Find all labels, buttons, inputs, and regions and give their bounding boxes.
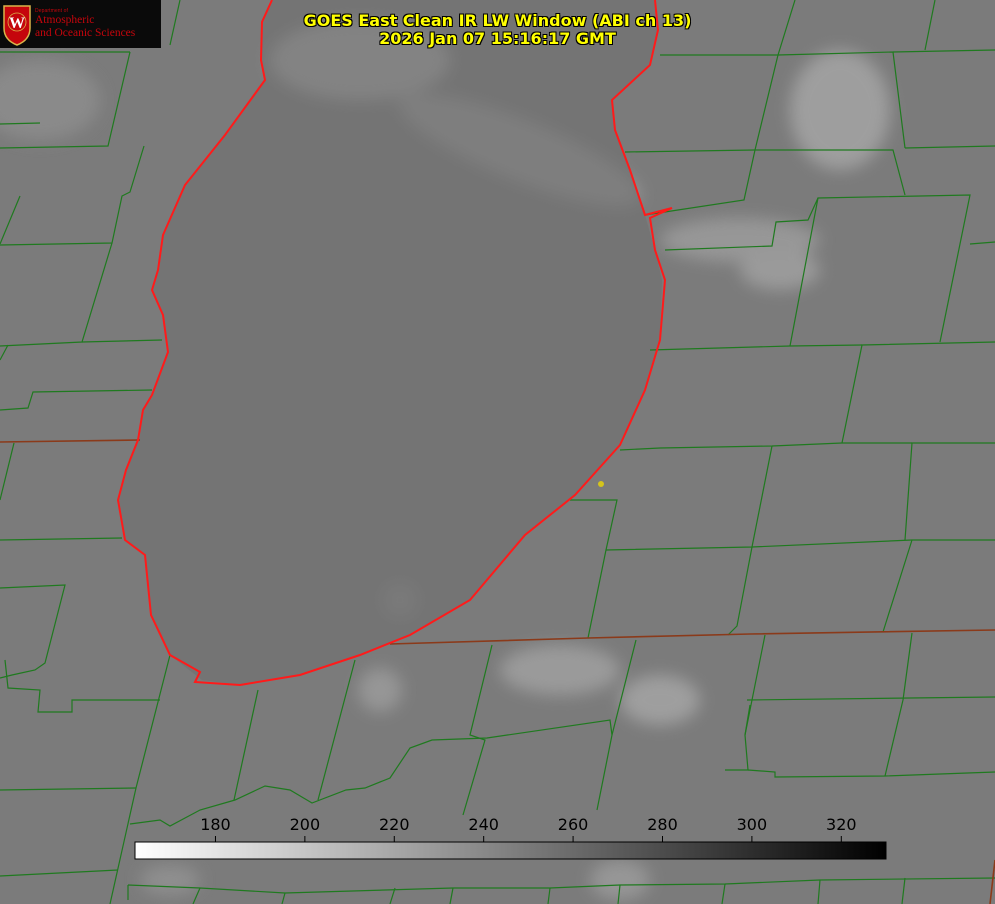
satellite-image-map: 180 200 220 240 260 280 300 320: [0, 0, 995, 904]
title-timestamp: 2026 Jan 07 15:16:17 GMT: [379, 29, 616, 48]
colorbar-tick-label: 300: [737, 815, 768, 834]
colorbar-gradient: [134, 841, 887, 860]
colorbar-tick-label: 200: [290, 815, 321, 834]
image-title: GOES East Clean IR LW Window (ABI ch 13)…: [0, 12, 995, 48]
colorbar-tick-label: 240: [468, 815, 499, 834]
title-product: GOES East Clean IR LW Window (ABI ch 13): [303, 11, 692, 30]
colorbar-tick-label: 260: [558, 815, 589, 834]
colorbar-tick-label: 220: [379, 815, 410, 834]
colorbar-tick-label: 180: [200, 815, 231, 834]
colorbar-tick-label: 280: [647, 815, 678, 834]
location-marker: [598, 481, 604, 487]
colorbar-tick-label: 320: [826, 815, 857, 834]
